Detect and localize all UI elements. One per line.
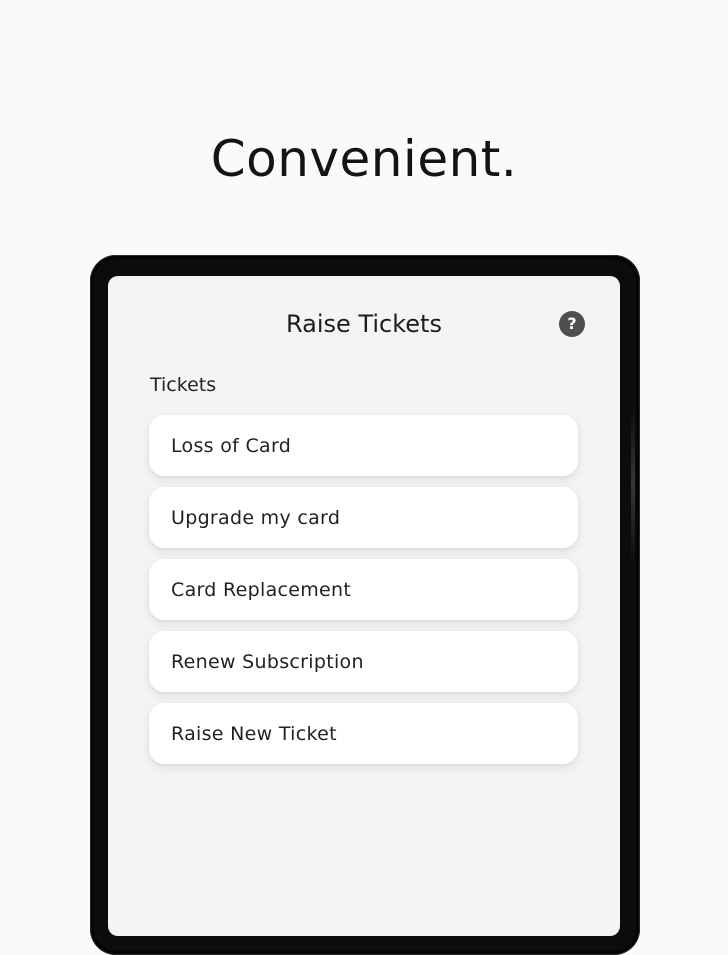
tablet-frame: Raise Tickets ? Tickets Loss of Card Upg… xyxy=(90,255,640,955)
tablet-frame-highlight xyxy=(631,405,635,565)
ticket-item-card-replacement[interactable]: Card Replacement xyxy=(149,559,578,620)
ticket-item-raise-new-ticket[interactable]: Raise New Ticket xyxy=(149,703,578,764)
hero-headline: Convenient. xyxy=(210,130,518,188)
ticket-item-label: Upgrade my card xyxy=(171,506,341,529)
ticket-item-label: Card Replacement xyxy=(171,578,352,601)
ticket-item-upgrade-my-card[interactable]: Upgrade my card xyxy=(149,487,578,548)
ticket-item-loss-of-card[interactable]: Loss of Card xyxy=(149,415,578,476)
app-screen: Raise Tickets ? Tickets Loss of Card Upg… xyxy=(108,276,620,936)
ticket-list: Loss of Card Upgrade my card Card Replac… xyxy=(149,415,578,775)
ticket-item-label: Renew Subscription xyxy=(171,650,364,673)
section-label-tickets: Tickets xyxy=(150,374,217,396)
ticket-item-renew-subscription[interactable]: Renew Subscription xyxy=(149,631,578,692)
help-circle-icon[interactable]: ? xyxy=(559,311,585,337)
ticket-item-label: Loss of Card xyxy=(171,434,292,457)
ticket-item-label: Raise New Ticket xyxy=(171,722,337,745)
page-title: Raise Tickets xyxy=(286,310,442,338)
